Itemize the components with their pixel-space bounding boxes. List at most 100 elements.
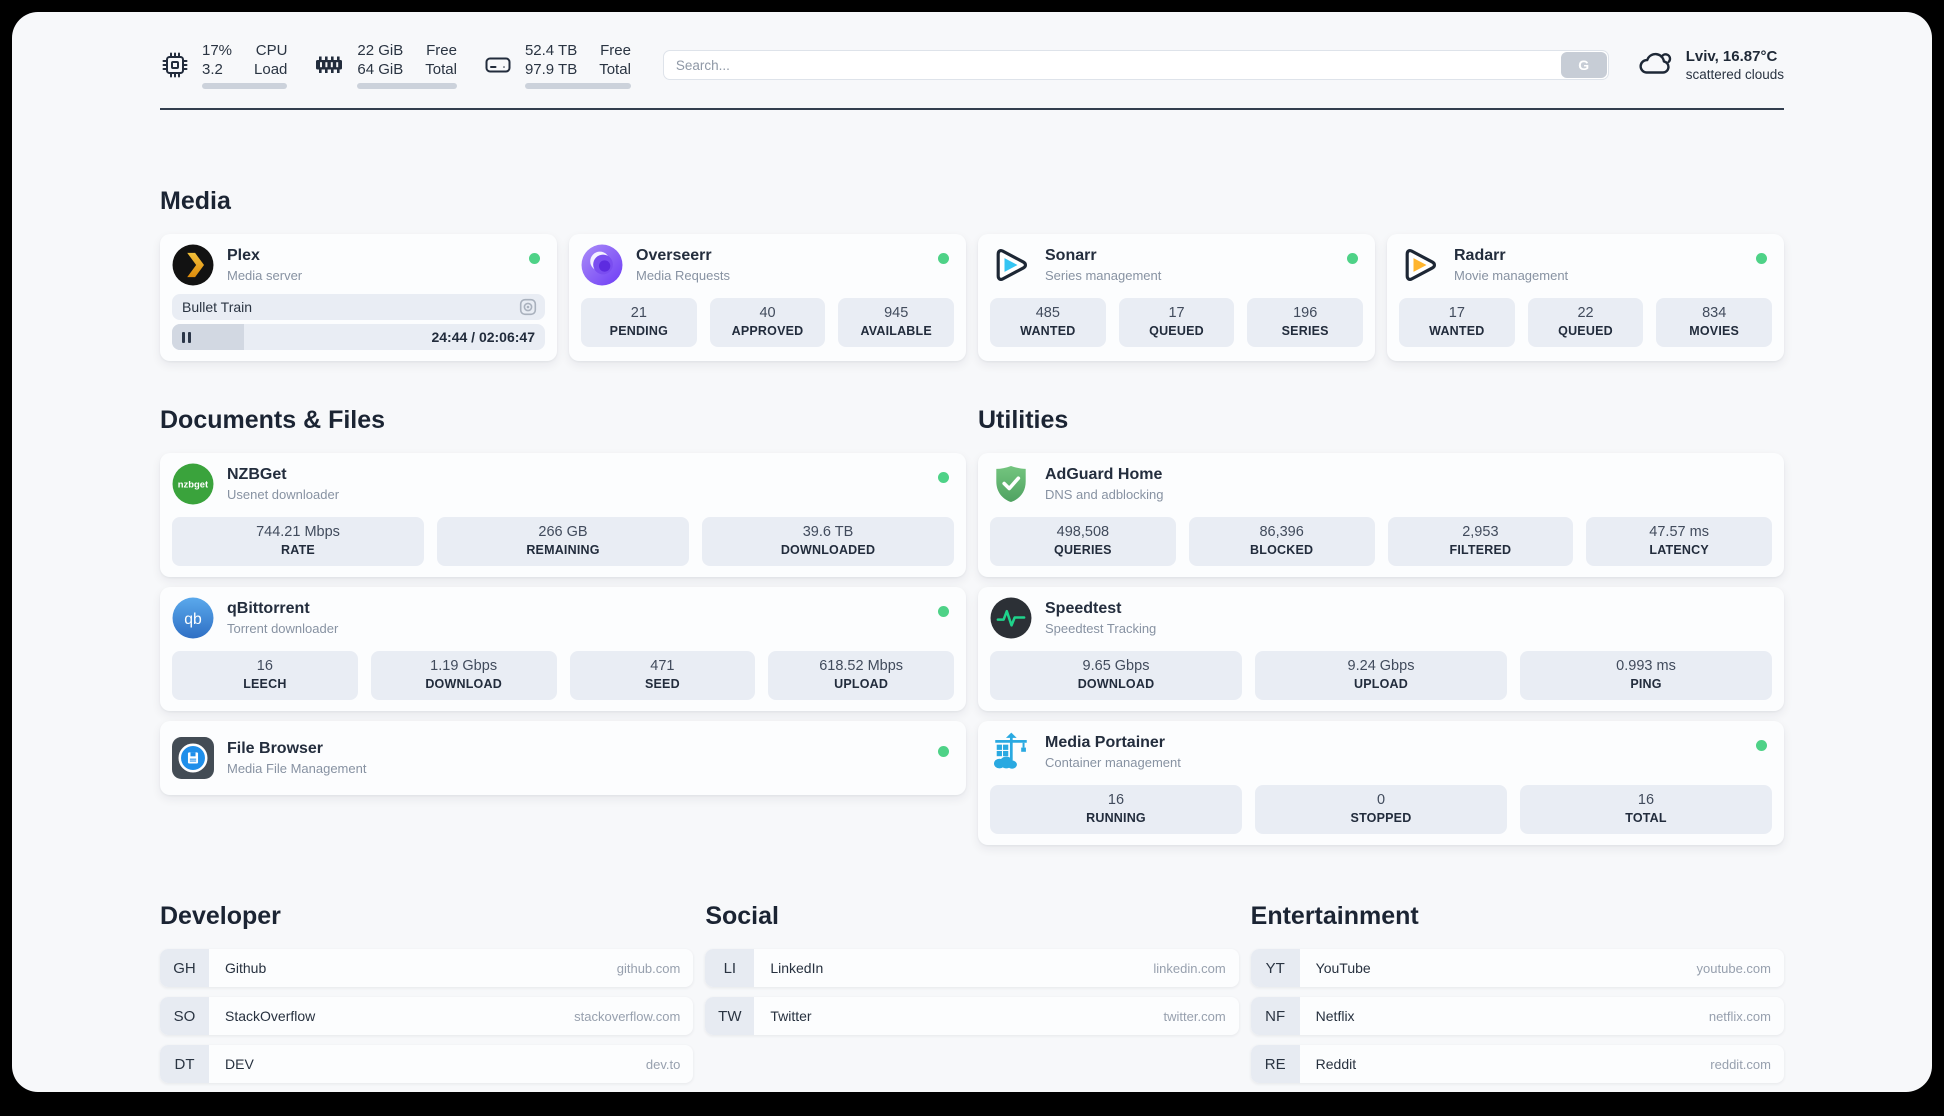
sonarr-icon bbox=[990, 244, 1032, 286]
disk-total-value: 97.9 TB bbox=[524, 61, 578, 78]
disk-free-label: Free bbox=[600, 42, 631, 59]
cloud-icon bbox=[1637, 48, 1673, 82]
bookmark-linkedin[interactable]: LI LinkedIn linkedin.com bbox=[705, 949, 1239, 987]
playback-time: 24:44 / 02:06:47 bbox=[431, 329, 535, 345]
bookmark-abbr: DT bbox=[160, 1045, 209, 1083]
status-online-dot bbox=[1756, 740, 1767, 751]
bookmark-abbr: YT bbox=[1250, 949, 1300, 987]
memory-free-label: Free bbox=[426, 42, 457, 59]
service-card-speedtest[interactable]: Speedtest Speedtest Tracking 9.65 Gbps D… bbox=[978, 587, 1784, 711]
bookmark-reddit[interactable]: RE Reddit reddit.com bbox=[1250, 1045, 1784, 1083]
service-name: qBittorrent bbox=[227, 600, 310, 617]
search-bar: G bbox=[662, 50, 1609, 80]
service-card-qbittorrent[interactable]: qb qBittorrent Torrent downloader 16 LEE… bbox=[160, 587, 966, 711]
weather-widget: Lviv, 16.87°C scattered clouds bbox=[1637, 47, 1784, 84]
bookmark-twitter[interactable]: TW Twitter twitter.com bbox=[705, 997, 1239, 1035]
service-description: Series management bbox=[1045, 268, 1162, 283]
bookmark-name: Reddit bbox=[1315, 1056, 1357, 1072]
bookmark-domain: linkedin.com bbox=[1153, 960, 1226, 976]
stat-queued: 17 QUEUED bbox=[1118, 298, 1235, 347]
service-name: Speedtest bbox=[1045, 600, 1122, 617]
stat-approved: 40 APPROVED bbox=[709, 298, 826, 347]
bookmark-dev[interactable]: DT DEV dev.to bbox=[160, 1045, 694, 1083]
bookmark-group-developer: Developer GH Github github.com SO StackO… bbox=[160, 901, 694, 1083]
status-online-dot bbox=[1756, 253, 1767, 264]
status-online-dot bbox=[938, 472, 949, 483]
weather-location: Lviv, 16.87°C bbox=[1685, 47, 1778, 65]
service-description: Torrent downloader bbox=[227, 621, 339, 636]
bookmark-domain: reddit.com bbox=[1710, 1056, 1771, 1072]
service-description: Usenet downloader bbox=[227, 487, 340, 502]
bookmark-youtube[interactable]: YT YouTube youtube.com bbox=[1250, 949, 1784, 987]
bookmark-domain: youtube.com bbox=[1696, 960, 1771, 976]
weather-condition: scattered clouds bbox=[1685, 66, 1784, 82]
now-playing-row: Bullet Train bbox=[172, 294, 545, 320]
speedtest-pulse-icon bbox=[990, 597, 1032, 639]
stat-wanted: 17 WANTED bbox=[1399, 298, 1515, 347]
stat-queued: 22 QUEUED bbox=[1527, 298, 1644, 347]
stat-upload: 9.24 Gbps UPLOAD bbox=[1255, 651, 1507, 700]
adguard-shield-icon bbox=[990, 463, 1032, 505]
bookmark-stackoverflow[interactable]: SO StackOverflow stackoverflow.com bbox=[160, 997, 694, 1035]
section-title-documents: Documents & Files bbox=[160, 406, 386, 434]
hard-drive-icon bbox=[483, 50, 513, 80]
svg-text:qb: qb bbox=[184, 611, 202, 628]
stat-blocked: 86,396 BLOCKED bbox=[1188, 517, 1375, 566]
bookmark-netflix[interactable]: NF Netflix netflix.com bbox=[1250, 997, 1784, 1035]
status-online-dot bbox=[938, 746, 949, 757]
bookmark-name: Netflix bbox=[1315, 1008, 1355, 1024]
stat-available: 945 AVAILABLE bbox=[838, 298, 955, 347]
service-card-radarr[interactable]: Radarr Movie management 17 WANTED 22 QUE… bbox=[1387, 234, 1784, 361]
media-cards-row: Plex Media server Bullet Train 24:44 / 0… bbox=[160, 234, 1784, 361]
memory-free-value: 22 GiB bbox=[357, 42, 404, 59]
bookmark-domain: github.com bbox=[616, 960, 681, 976]
radarr-icon bbox=[1399, 244, 1441, 286]
cpu-usage-value: 17% bbox=[202, 42, 233, 59]
cpu-load-label: Load bbox=[254, 61, 288, 78]
playback-progress-bar: 24:44 / 02:06:47 bbox=[172, 324, 545, 350]
service-name: NZBGet bbox=[227, 466, 287, 483]
cpu-progress-bar bbox=[202, 83, 288, 89]
status-online-dot bbox=[938, 253, 949, 264]
status-online-dot bbox=[1347, 253, 1358, 264]
section-title-developer: Developer bbox=[160, 902, 281, 930]
service-card-filebrowser[interactable]: File Browser Media File Management bbox=[160, 721, 966, 795]
plex-icon bbox=[172, 244, 214, 286]
dashboard-page: 17% CPU 3.2 Load 22 GiB Free 64 GiB Tota… bbox=[12, 12, 1932, 1092]
bookmark-domain: dev.to bbox=[645, 1056, 681, 1072]
service-card-sonarr[interactable]: Sonarr Series management 485 WANTED 17 Q… bbox=[978, 234, 1375, 361]
service-name: AdGuard Home bbox=[1045, 466, 1163, 483]
service-name: Plex bbox=[227, 247, 260, 264]
stat-download: 9.65 Gbps DOWNLOAD bbox=[990, 651, 1242, 700]
bookmark-abbr: SO bbox=[160, 997, 209, 1035]
overseerr-icon bbox=[581, 244, 623, 286]
service-card-nzbget[interactable]: nzbget NZBGet Usenet downloader 744.21 M… bbox=[160, 453, 966, 577]
bookmark-group-social: Social LI LinkedIn linkedin.com TW Twitt… bbox=[705, 901, 1239, 1083]
bookmark-abbr: NF bbox=[1250, 997, 1300, 1035]
stat-latency: 47.57 ms LATENCY bbox=[1586, 517, 1772, 566]
stat-pending: 21 PENDING bbox=[581, 298, 697, 347]
bookmark-github[interactable]: GH Github github.com bbox=[160, 949, 694, 987]
pause-button[interactable] bbox=[182, 331, 191, 343]
ram-icon bbox=[313, 50, 345, 80]
service-name: File Browser bbox=[227, 740, 324, 757]
service-description: Media File Management bbox=[227, 761, 367, 776]
service-card-plex[interactable]: Plex Media server Bullet Train 24:44 / 0… bbox=[160, 234, 557, 361]
service-name: Sonarr bbox=[1045, 247, 1097, 264]
portainer-crane-icon bbox=[990, 731, 1032, 773]
service-description: Movie management bbox=[1454, 268, 1569, 283]
service-card-adguard[interactable]: AdGuard Home DNS and adblocking 498,508 … bbox=[978, 453, 1784, 577]
search-input[interactable] bbox=[662, 50, 1609, 80]
stat-stopped: 0 STOPPED bbox=[1255, 785, 1507, 834]
service-card-portainer[interactable]: Media Portainer Container management 16 … bbox=[978, 721, 1784, 845]
top-bar: 17% CPU 3.2 Load 22 GiB Free 64 GiB Tota… bbox=[160, 34, 1784, 96]
service-card-overseerr[interactable]: Overseerr Media Requests 21 PENDING 40 A… bbox=[569, 234, 966, 361]
section-title-media: Media bbox=[160, 187, 231, 215]
svg-text:nzbget: nzbget bbox=[178, 479, 209, 490]
filebrowser-icon bbox=[172, 737, 214, 779]
stat-upload: 618.52 Mbps UPLOAD bbox=[768, 651, 954, 700]
bookmark-name: LinkedIn bbox=[770, 960, 824, 976]
stat-running: 16 RUNNING bbox=[990, 785, 1242, 834]
view-session-icon[interactable] bbox=[519, 298, 537, 316]
search-provider-button[interactable]: G bbox=[1560, 52, 1607, 78]
